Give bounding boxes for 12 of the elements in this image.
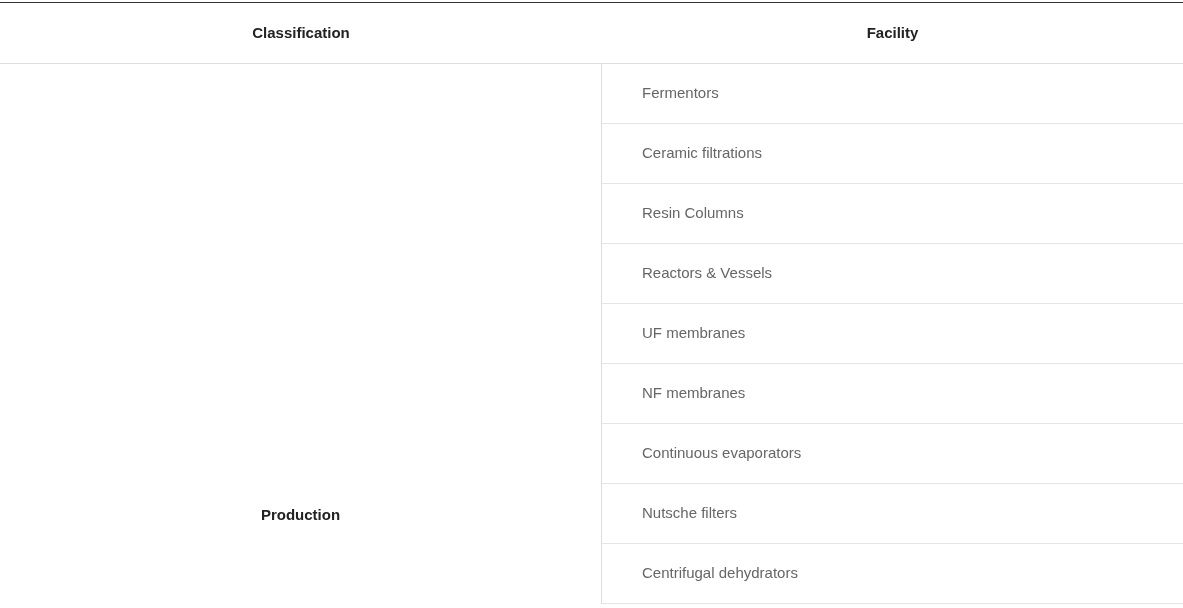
table-cell-text: UF membranes xyxy=(642,323,746,344)
table-cell-text: Resin Columns xyxy=(642,203,744,224)
table-cell-text: Nutsche filters xyxy=(642,503,738,524)
column-header: Facility xyxy=(866,22,919,43)
table-cell-text: Reactors & Vessels xyxy=(642,263,773,284)
table-cell-text: Centrifugal dehydrators xyxy=(642,563,798,584)
table-cell-text: Ceramic filtrations xyxy=(642,143,763,164)
table-cell-text: NF membranes xyxy=(642,383,746,404)
table-cell-text: Fermentors xyxy=(642,83,719,104)
table-cell-text: Continuous evaporators xyxy=(642,443,802,464)
table-cell-text: Production xyxy=(260,505,341,524)
column-header: Classification xyxy=(252,22,350,43)
